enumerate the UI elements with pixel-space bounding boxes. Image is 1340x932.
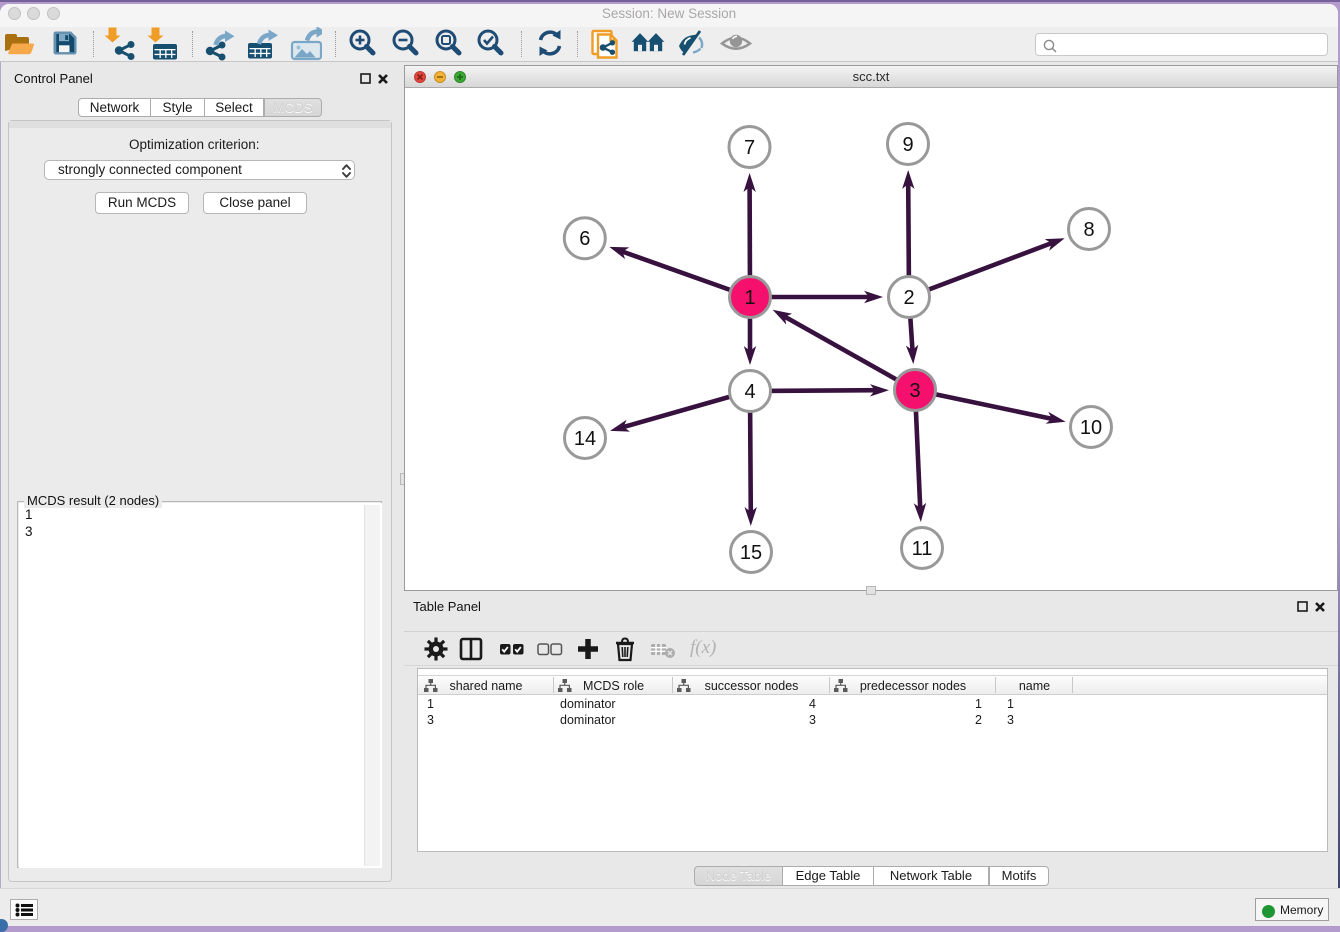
svg-text:8: 8 — [1083, 219, 1094, 241]
svg-text:14: 14 — [574, 428, 596, 450]
svg-text:15: 15 — [740, 542, 762, 564]
svg-text:2: 2 — [903, 287, 914, 309]
svg-text:1: 1 — [744, 287, 755, 309]
svg-text:3: 3 — [909, 380, 920, 402]
svg-text:4: 4 — [744, 381, 755, 403]
svg-text:6: 6 — [579, 228, 590, 250]
svg-text:9: 9 — [902, 134, 913, 156]
svg-text:11: 11 — [912, 538, 933, 560]
svg-text:7: 7 — [744, 137, 755, 159]
svg-text:10: 10 — [1080, 417, 1102, 439]
